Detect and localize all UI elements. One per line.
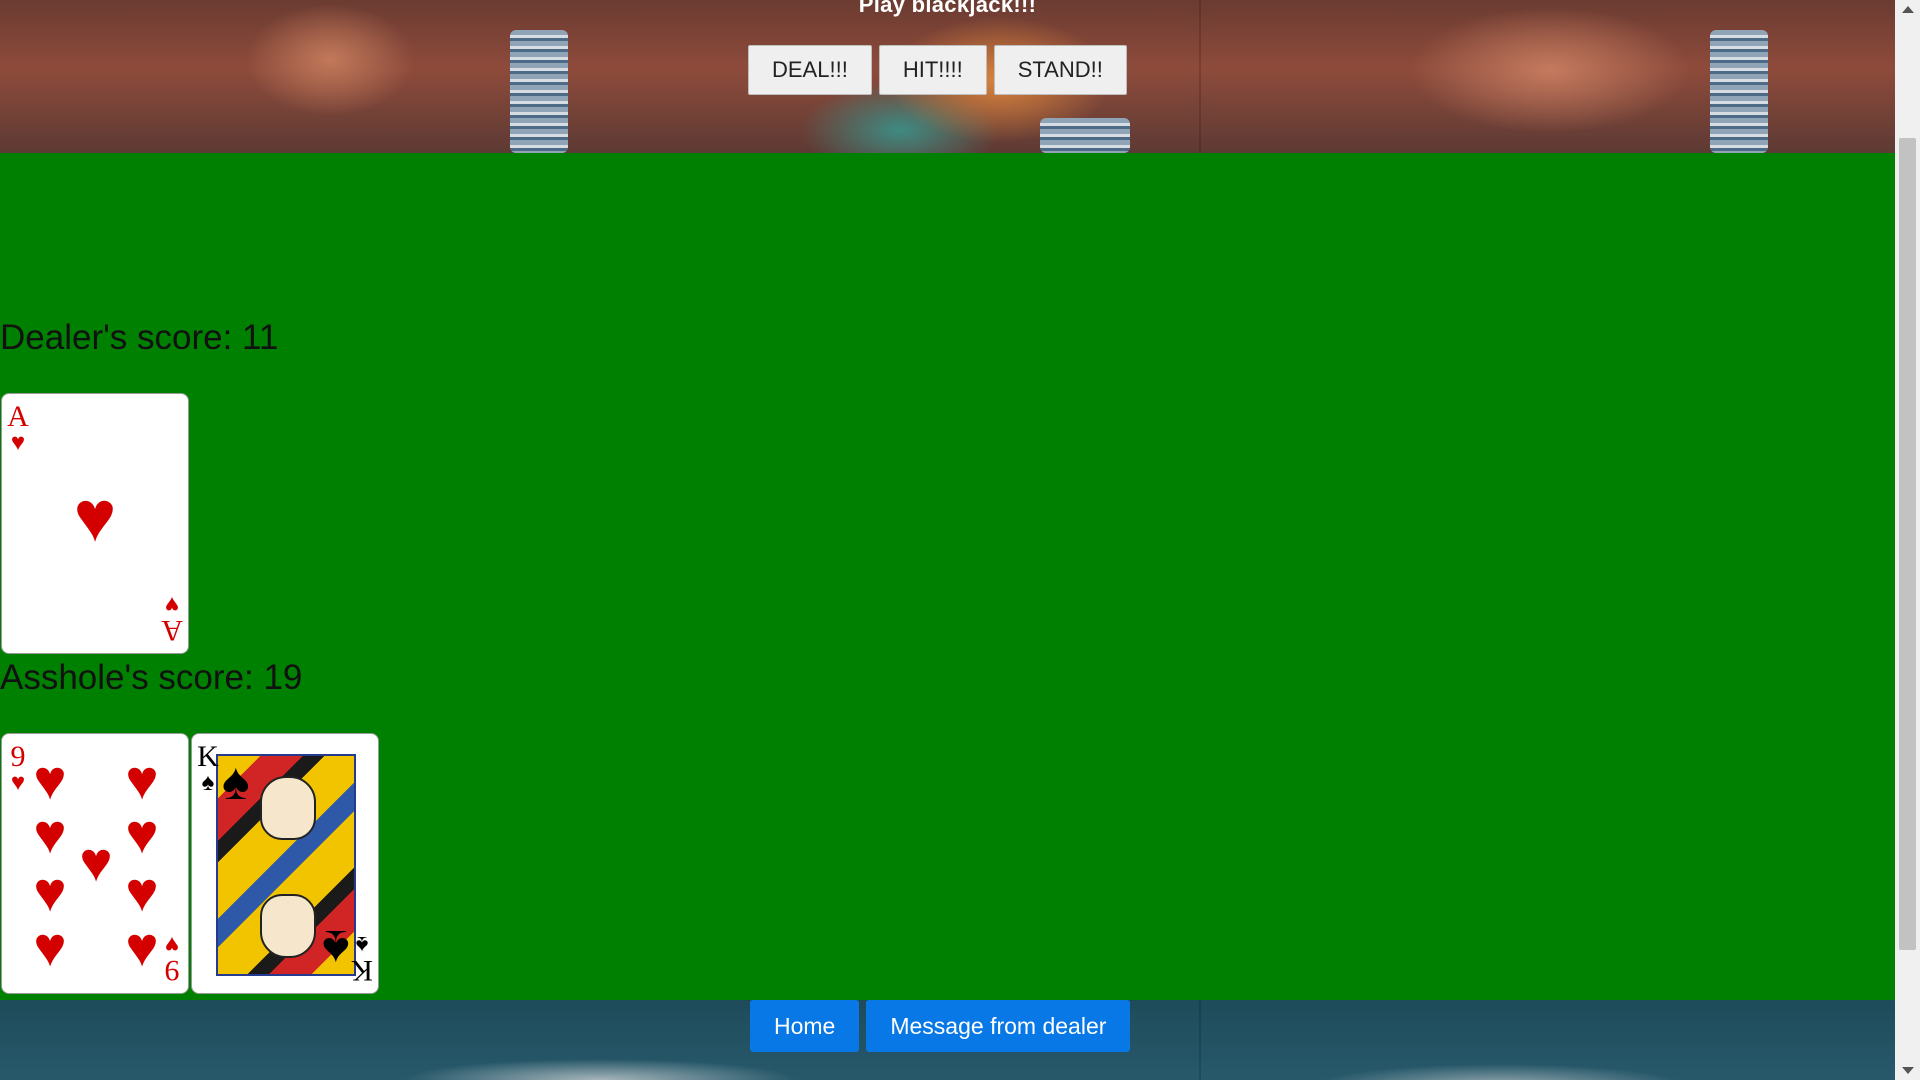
background-tile-seam [1199, 0, 1201, 153]
dealer-score: Dealer's score: 11 [0, 318, 279, 357]
player-score: Asshole's score: 19 [0, 658, 303, 697]
card-rank: K [197, 740, 219, 773]
heart-icon: ♥ [33, 915, 67, 978]
heart-icon: ♥ [73, 477, 117, 557]
page: Play blackjack!!! DEAL!!! HIT!!!! STAND!… [0, 0, 1895, 1080]
king-court-artwork: ♠ ♠ [216, 753, 356, 977]
card-corner-top: K ♠ [197, 742, 219, 797]
heart-icon: ♥ [33, 748, 67, 811]
scroll-down-arrow-icon[interactable] [1902, 1067, 1914, 1074]
card-corner-bottom: K ♠ [351, 931, 373, 987]
deal-button[interactable]: DEAL!!! [748, 45, 872, 95]
chip-stack-image [1040, 118, 1130, 153]
background-tile-seam [1199, 1000, 1201, 1080]
card-corner-top: A ♥ [7, 402, 29, 457]
game-controls: DEAL!!! HIT!!!! STAND!! [748, 45, 1127, 95]
card-rank: A [7, 400, 29, 433]
heart-icon: ♥ [10, 430, 26, 456]
home-button[interactable]: Home [750, 1000, 860, 1052]
card-rank: K [351, 954, 373, 987]
heart-icon: ♥ [125, 860, 159, 923]
king-face-illustration [260, 894, 316, 958]
vertical-scrollbar[interactable] [1895, 0, 1920, 1080]
player-card-king-of-spades: ♠ ♠ K ♠ K ♠ [191, 733, 379, 994]
hit-button[interactable]: HIT!!!! [878, 45, 987, 95]
message-from-dealer-button[interactable]: Message from dealer [866, 1000, 1131, 1052]
player-card-nine-of-hearts: 9 ♥ ♥ ♥ ♥ ♥ ♥ ♥ ♥ ♥ ♥ 9 ♥ [1, 733, 189, 994]
chip-stack-image [510, 30, 568, 153]
heart-icon: ♥ [33, 860, 67, 923]
spade-icon: ♠ [222, 753, 250, 811]
footer-nav: Home Message from dealer [750, 1000, 1131, 1052]
dealer-card-ace-of-hearts: A ♥ ♥ A ♥ [1, 393, 189, 654]
spade-icon: ♠ [201, 770, 215, 796]
card-rank: A [161, 614, 183, 647]
card-corner-bottom: 9 ♥ [161, 931, 183, 987]
king-face-illustration [260, 776, 316, 840]
chip-stack-image [1710, 30, 1768, 153]
card-corner-bottom: A ♥ [161, 591, 183, 647]
stand-button[interactable]: STAND!! [993, 45, 1127, 95]
scrollbar-thumb[interactable] [1899, 138, 1916, 950]
page-title: Play blackjack!!! [858, 0, 1037, 17]
heart-icon: ♥ [125, 748, 159, 811]
spade-icon: ♠ [322, 919, 350, 977]
scroll-up-arrow-icon[interactable] [1902, 6, 1914, 13]
heart-icon: ♥ [164, 931, 180, 957]
card-rank: 9 [164, 954, 180, 987]
